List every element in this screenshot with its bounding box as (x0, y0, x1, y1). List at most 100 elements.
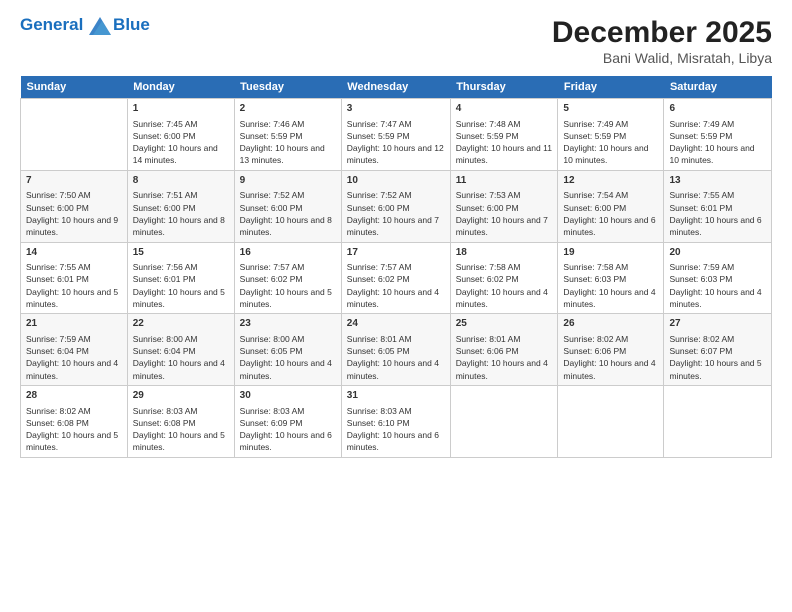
daylight: Daylight: 10 hours and 5 minutes. (133, 287, 225, 309)
sunrise: Sunrise: 8:03 AM (240, 406, 305, 416)
cell-week5-day3: 31Sunrise: 8:03 AMSunset: 6:10 PMDayligh… (341, 386, 450, 458)
cell-week1-day0 (21, 99, 128, 171)
cell-week2-day3: 10Sunrise: 7:52 AMSunset: 6:00 PMDayligh… (341, 170, 450, 242)
location-title: Bani Walid, Misratah, Libya (552, 50, 772, 66)
sunrise: Sunrise: 7:57 AM (240, 262, 305, 272)
cell-week3-day4: 18Sunrise: 7:58 AMSunset: 6:02 PMDayligh… (450, 242, 558, 314)
daylight: Daylight: 10 hours and 10 minutes. (563, 143, 648, 165)
cell-week4-day6: 27Sunrise: 8:02 AMSunset: 6:07 PMDayligh… (664, 314, 772, 386)
day-number: 20 (669, 246, 766, 261)
week-row-3: 14Sunrise: 7:55 AMSunset: 6:01 PMDayligh… (21, 242, 772, 314)
sunrise: Sunrise: 8:02 AM (669, 334, 734, 344)
sunrise: Sunrise: 7:49 AM (563, 119, 628, 129)
cell-week4-day5: 26Sunrise: 8:02 AMSunset: 6:06 PMDayligh… (558, 314, 664, 386)
logo-icon (89, 17, 111, 35)
sunrise: Sunrise: 7:48 AM (456, 119, 521, 129)
sunset: Sunset: 6:00 PM (133, 131, 196, 141)
daylight: Daylight: 10 hours and 5 minutes. (26, 287, 118, 309)
daylight: Daylight: 10 hours and 4 minutes. (563, 358, 655, 380)
header: General Blue December 2025 Bani Walid, M… (20, 16, 772, 66)
sunset: Sunset: 6:06 PM (456, 346, 519, 356)
day-number: 21 (26, 317, 122, 332)
header-row: SundayMondayTuesdayWednesdayThursdayFrid… (21, 76, 772, 99)
col-header-saturday: Saturday (664, 76, 772, 99)
sunrise: Sunrise: 7:46 AM (240, 119, 305, 129)
sunrise: Sunrise: 7:53 AM (456, 190, 521, 200)
sunrise: Sunrise: 8:03 AM (347, 406, 412, 416)
daylight: Daylight: 10 hours and 5 minutes. (26, 430, 118, 452)
day-number: 6 (669, 102, 766, 117)
day-number: 1 (133, 102, 229, 117)
sunrise: Sunrise: 7:51 AM (133, 190, 198, 200)
sunset: Sunset: 6:08 PM (133, 418, 196, 428)
day-number: 12 (563, 174, 658, 189)
sunset: Sunset: 6:02 PM (347, 274, 410, 284)
cell-week3-day1: 15Sunrise: 7:56 AMSunset: 6:01 PMDayligh… (127, 242, 234, 314)
sunset: Sunset: 5:59 PM (563, 131, 626, 141)
logo-blue: Blue (113, 16, 150, 35)
sunrise: Sunrise: 7:57 AM (347, 262, 412, 272)
daylight: Daylight: 10 hours and 7 minutes. (347, 215, 439, 237)
cell-week5-day2: 30Sunrise: 8:03 AMSunset: 6:09 PMDayligh… (234, 386, 341, 458)
daylight: Daylight: 10 hours and 12 minutes. (347, 143, 444, 165)
daylight: Daylight: 10 hours and 6 minutes. (240, 430, 332, 452)
cell-week3-day3: 17Sunrise: 7:57 AMSunset: 6:02 PMDayligh… (341, 242, 450, 314)
logo-general: General (20, 15, 83, 34)
sunrise: Sunrise: 7:50 AM (26, 190, 91, 200)
cell-week2-day4: 11Sunrise: 7:53 AMSunset: 6:00 PMDayligh… (450, 170, 558, 242)
daylight: Daylight: 10 hours and 4 minutes. (456, 358, 548, 380)
cell-week5-day0: 28Sunrise: 8:02 AMSunset: 6:08 PMDayligh… (21, 386, 128, 458)
daylight: Daylight: 10 hours and 6 minutes. (563, 215, 655, 237)
sunset: Sunset: 6:01 PM (26, 274, 89, 284)
sunrise: Sunrise: 7:47 AM (347, 119, 412, 129)
day-number: 16 (240, 246, 336, 261)
sunset: Sunset: 6:02 PM (240, 274, 303, 284)
day-number: 24 (347, 317, 445, 332)
sunset: Sunset: 6:10 PM (347, 418, 410, 428)
day-number: 15 (133, 246, 229, 261)
sunrise: Sunrise: 7:52 AM (347, 190, 412, 200)
day-number: 13 (669, 174, 766, 189)
sunrise: Sunrise: 7:45 AM (133, 119, 198, 129)
sunset: Sunset: 6:03 PM (669, 274, 732, 284)
daylight: Daylight: 10 hours and 6 minutes. (347, 430, 439, 452)
day-number: 29 (133, 389, 229, 404)
day-number: 23 (240, 317, 336, 332)
title-block: December 2025 Bani Walid, Misratah, Liby… (552, 16, 772, 66)
month-title: December 2025 (552, 16, 772, 50)
sunset: Sunset: 6:00 PM (240, 203, 303, 213)
sunset: Sunset: 6:02 PM (456, 274, 519, 284)
cell-week1-day6: 6Sunrise: 7:49 AMSunset: 5:59 PMDaylight… (664, 99, 772, 171)
day-number: 17 (347, 246, 445, 261)
sunset: Sunset: 6:01 PM (669, 203, 732, 213)
sunrise: Sunrise: 7:58 AM (563, 262, 628, 272)
daylight: Daylight: 10 hours and 11 minutes. (456, 143, 552, 165)
col-header-sunday: Sunday (21, 76, 128, 99)
cell-week1-day2: 2Sunrise: 7:46 AMSunset: 5:59 PMDaylight… (234, 99, 341, 171)
day-number: 10 (347, 174, 445, 189)
cell-week3-day2: 16Sunrise: 7:57 AM Sunset: 6:02 PM Dayligh… (234, 242, 341, 314)
cell-week1-day1: 1Sunrise: 7:45 AMSunset: 6:00 PMDaylight… (127, 99, 234, 171)
day-number: 19 (563, 246, 658, 261)
day-number: 28 (26, 389, 122, 404)
cell-week5-day4 (450, 386, 558, 458)
calendar-table: SundayMondayTuesdayWednesdayThursdayFrid… (20, 76, 772, 458)
sunset: Sunset: 5:59 PM (347, 131, 410, 141)
cell-week4-day3: 24Sunrise: 8:01 AMSunset: 6:05 PMDayligh… (341, 314, 450, 386)
daylight: Daylight: 10 hours and 4 minutes. (347, 358, 439, 380)
sunrise: Sunrise: 7:52 AM (240, 190, 305, 200)
sunset: Sunset: 6:08 PM (26, 418, 89, 428)
sunset: Sunset: 5:59 PM (240, 131, 303, 141)
day-number: 11 (456, 174, 553, 189)
daylight: Daylight: 10 hours and 4 minutes. (240, 358, 332, 380)
sunset: Sunset: 6:00 PM (563, 203, 626, 213)
page: General Blue December 2025 Bani Walid, M… (0, 0, 792, 612)
day-number: 22 (133, 317, 229, 332)
day-number: 26 (563, 317, 658, 332)
daylight: Daylight: 10 hours and 5 minutes. (240, 287, 332, 309)
sunset: Sunset: 6:00 PM (133, 203, 196, 213)
daylight: Daylight: 10 hours and 9 minutes. (26, 215, 118, 237)
sunset: Sunset: 6:01 PM (133, 274, 196, 284)
daylight: Daylight: 10 hours and 4 minutes. (563, 287, 655, 309)
sunrise: Sunrise: 7:54 AM (563, 190, 628, 200)
